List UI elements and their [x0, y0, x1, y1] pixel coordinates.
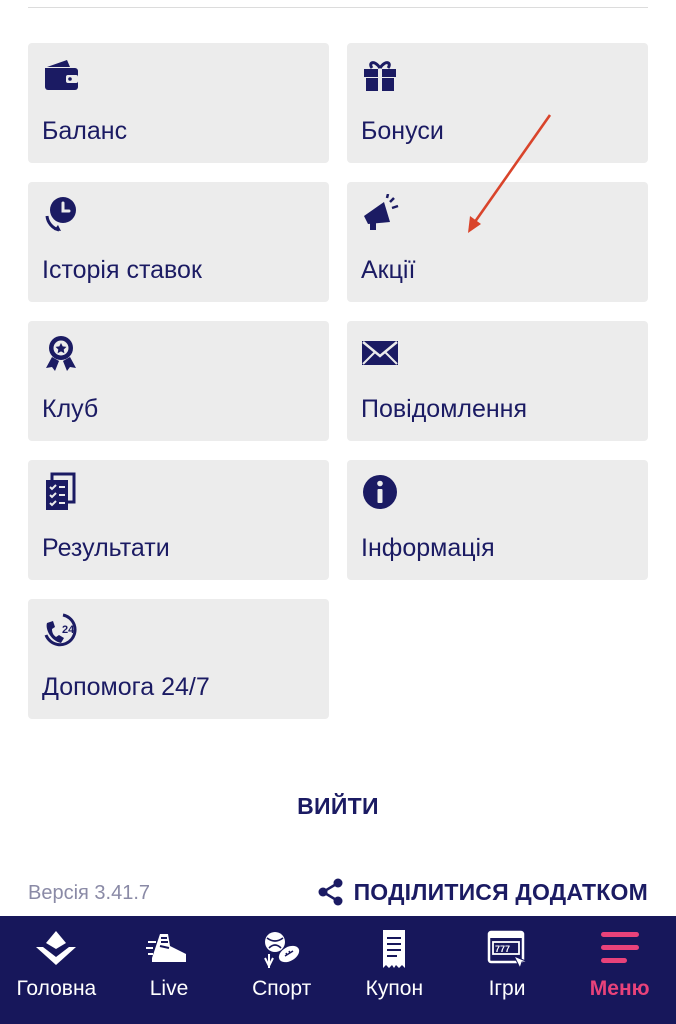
tile-label: Допомога 24/7: [42, 673, 210, 701]
hamburger-menu-icon: [597, 928, 643, 970]
nav-label: Меню: [589, 977, 650, 1000]
tile-label: Бонуси: [361, 117, 444, 145]
tile-label: Повідомлення: [361, 395, 528, 423]
tile-label: Результати: [42, 534, 170, 562]
menu-tile-balance[interactable]: Баланс: [28, 43, 329, 163]
tile-label: Історія ставок: [42, 256, 202, 284]
nav-games[interactable]: 777 Ігри: [451, 916, 564, 1024]
menu-tile-bet-history[interactable]: Історія ставок: [28, 182, 329, 302]
menu-tile-promotions[interactable]: Акції: [347, 182, 648, 302]
share-label: ПОДІЛИТИСЯ ДОДАТКОМ: [353, 878, 648, 905]
app-version: Версія 3.41.7: [28, 882, 151, 904]
share-app-button[interactable]: ПОДІЛИТИСЯ ДОДАТКОМ: [318, 878, 648, 906]
menu-tile-club[interactable]: Клуб: [28, 321, 329, 441]
results-clipboard-icon: [41, 472, 81, 512]
nav-coupon[interactable]: Купон: [338, 916, 451, 1024]
menu-tile-support[interactable]: 24 Допомога 24/7: [28, 599, 329, 719]
svg-text:24: 24: [62, 624, 75, 636]
nav-label: Спорт: [252, 977, 312, 1000]
nav-label: Live: [149, 977, 189, 1000]
nav-label: Ігри: [488, 977, 526, 1000]
bottom-navigation: Головна Live Спорт Купон 777 Ігри Меню: [0, 916, 676, 1024]
history-icon: [41, 194, 81, 234]
nav-menu[interactable]: Меню: [563, 916, 676, 1024]
menu-tile-bonuses[interactable]: Бонуси: [347, 43, 648, 163]
support-24-icon: 24: [41, 611, 81, 651]
menu-tile-messages[interactable]: Повідомлення: [347, 321, 648, 441]
top-divider: [28, 7, 648, 8]
nav-live[interactable]: Live: [113, 916, 226, 1024]
award-badge-icon: [41, 333, 81, 373]
nav-label: Головна: [16, 977, 97, 1000]
menu-tile-information[interactable]: Інформація: [347, 460, 648, 580]
info-icon: [360, 472, 400, 512]
share-icon: [318, 878, 344, 906]
home-logo-icon: [33, 928, 79, 970]
sports-balls-icon: [259, 928, 305, 970]
envelope-icon: [360, 333, 400, 373]
coupon-receipt-icon: [371, 928, 417, 970]
nav-home[interactable]: Головна: [0, 916, 113, 1024]
logout-button[interactable]: ВИЙТИ: [0, 793, 676, 820]
svg-text:777: 777: [495, 944, 510, 954]
tile-label: Баланс: [42, 117, 128, 145]
nav-label: Купон: [365, 977, 424, 1000]
running-shoe-icon: [146, 928, 192, 970]
tile-label: Акції: [361, 256, 416, 284]
slot-machine-icon: 777: [484, 928, 530, 970]
megaphone-icon: [360, 194, 400, 234]
nav-sport[interactable]: Спорт: [225, 916, 338, 1024]
tile-label: Клуб: [42, 395, 99, 423]
menu-tile-results[interactable]: Результати: [28, 460, 329, 580]
tile-label: Інформація: [361, 534, 495, 562]
wallet-icon: [41, 55, 81, 95]
gift-icon: [360, 55, 400, 95]
